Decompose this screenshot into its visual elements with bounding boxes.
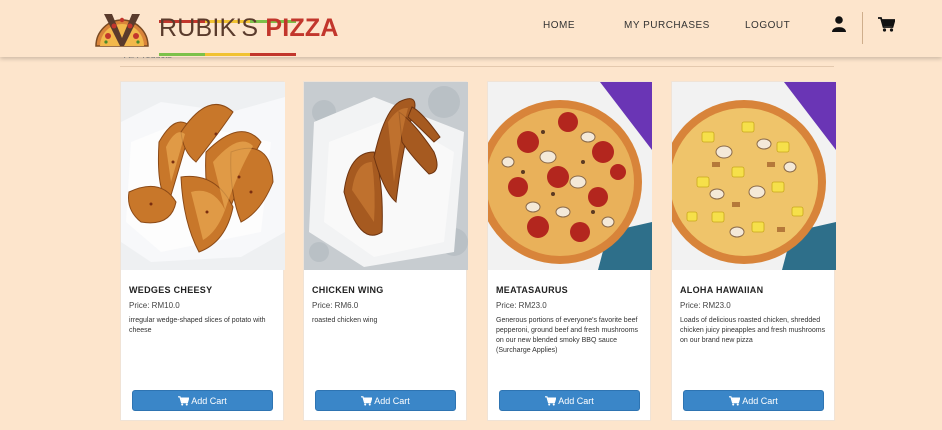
add-cart-label: Add Cart: [558, 395, 594, 406]
nav-divider: [862, 12, 863, 44]
product-card: MEATASAURUS Price: RM23.0 Generous porti…: [487, 81, 652, 421]
product-card: WEDGES CHEESY Price: RM10.0 irregular we…: [120, 81, 285, 421]
product-price: Price: RM23.0: [496, 301, 547, 310]
product-description: Loads of delicious roasted chicken, shre…: [680, 317, 826, 344]
product-card: CHICKEN WING Price: RM6.0 roasted chicke…: [303, 81, 468, 421]
product-card: ALOHA HAWAIIAN Price: RM23.0 Loads of de…: [671, 81, 836, 421]
add-cart-label: Add Cart: [742, 395, 778, 406]
add-cart-button[interactable]: Add Cart: [499, 390, 640, 411]
add-cart-label: Add Cart: [374, 395, 410, 406]
product-description: irregular wedge-shaped slices of potato …: [129, 317, 266, 334]
product-grid: WEDGES CHEESY Price: RM10.0 irregular we…: [0, 0, 942, 430]
product-description: roasted chicken wing: [312, 317, 378, 324]
aloha-hawaiian-pizza-photo: [672, 82, 836, 270]
shopping-cart-icon: [361, 395, 373, 406]
product-price: Price: RM6.0: [312, 301, 359, 310]
shopping-cart-icon: [545, 395, 557, 406]
product-name: ALOHA HAWAIIAN: [680, 285, 764, 295]
meatasaurus-pizza-photo: [488, 82, 652, 270]
product-price: Price: RM23.0: [680, 301, 731, 310]
brand-color-bar-bottom: [159, 43, 296, 56]
brand-color-bar-top: [159, 10, 296, 23]
add-cart-button[interactable]: Add Cart: [315, 390, 456, 411]
product-name: WEDGES CHEESY: [129, 285, 213, 295]
product-description: Generous portions of everyone's favorite…: [496, 317, 639, 354]
add-cart-button[interactable]: Add Cart: [132, 390, 273, 411]
potato-wedges-photo: [121, 82, 285, 270]
shopping-cart-icon[interactable]: [878, 17, 895, 32]
chicken-wing-photo: [304, 82, 468, 270]
product-price: Price: RM10.0: [129, 301, 180, 310]
nav-links: HOME MY PURCHASES LOGOUT: [0, 20, 942, 34]
product-name: MEATASAURUS: [496, 285, 568, 295]
nav-logout-link[interactable]: LOGOUT: [745, 20, 790, 31]
nav-home-link[interactable]: HOME: [543, 20, 575, 31]
product-name: CHICKEN WING: [312, 285, 384, 295]
nav-my-purchases-link[interactable]: MY PURCHASES: [624, 20, 710, 31]
add-cart-label: Add Cart: [191, 395, 227, 406]
shopping-cart-icon: [178, 395, 190, 406]
top-navbar: RUBIK'S PIZZA HOME MY PURCHASES LOGOUT: [0, 0, 942, 57]
shopping-cart-icon: [729, 395, 741, 406]
user-icon[interactable]: [832, 16, 846, 32]
add-cart-button[interactable]: Add Cart: [683, 390, 824, 411]
